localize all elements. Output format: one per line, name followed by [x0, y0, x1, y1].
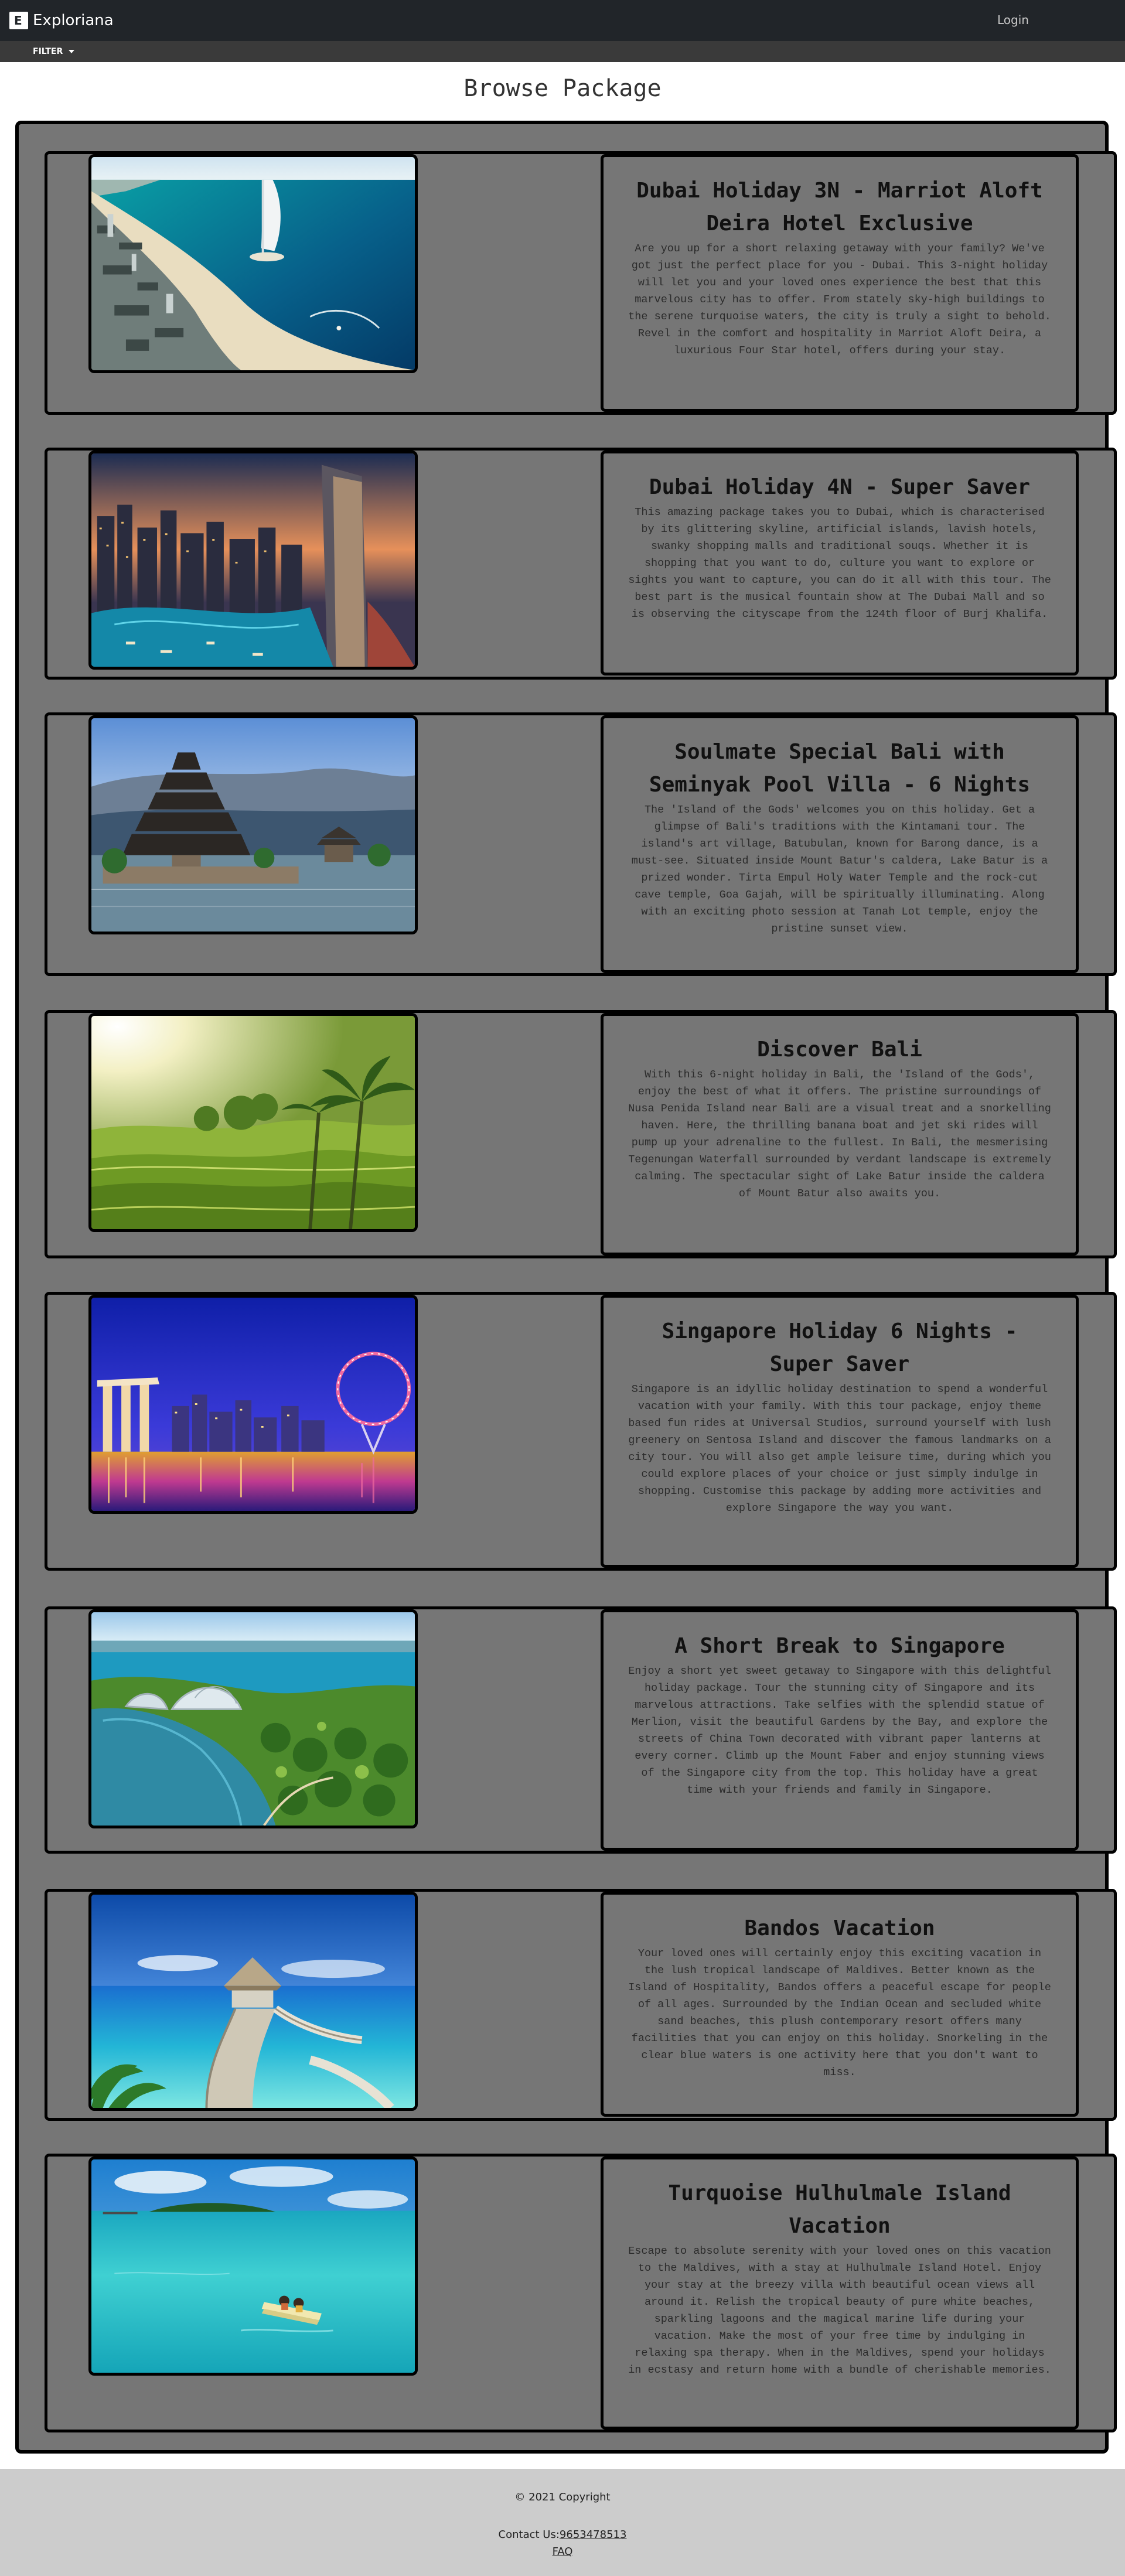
package-info: Dubai Holiday 3N - Marriot Aloft Deira H…	[601, 154, 1079, 412]
brand-logo-letter: E	[14, 13, 22, 28]
package-image[interactable]	[88, 1609, 418, 1828]
page-footer: © 2021 Copyright Contact Us:9653478513 F…	[0, 2469, 1125, 2576]
contact-label: Contact Us:	[498, 2529, 560, 2541]
filter-bar	[0, 41, 1125, 62]
filter-label: FILTER	[33, 47, 63, 56]
filter-dropdown-button[interactable]: FILTER	[33, 47, 75, 56]
footer-faq: FAQ	[0, 2546, 1125, 2558]
package-list-panel: Dubai Holiday 3N - Marriot Aloft Deira H…	[15, 121, 1117, 2454]
bali-rice-terrace-photo	[91, 1016, 415, 1229]
top-navbar	[0, 0, 1125, 41]
faq-link[interactable]: FAQ	[553, 2546, 573, 2558]
singapore-gardens-by-the-bay-photo	[91, 1612, 415, 1826]
package-title[interactable]: Soulmate Special Bali with Seminyak Pool…	[626, 736, 1054, 801]
maldives-jetty-hut-photo	[91, 1895, 415, 2108]
dubai-burj-al-arab-photo	[91, 157, 415, 370]
package-image[interactable]	[88, 1013, 418, 1232]
singapore-night-skyline-photo	[91, 1298, 415, 1511]
package-info: Singapore Holiday 6 Nights - Super Saver…	[601, 1295, 1079, 1568]
brand-logo-icon: E	[9, 12, 28, 29]
package-description: The 'Island of the Gods' welcomes you on…	[631, 804, 1048, 935]
package-description: Your loved ones will certainly enjoy thi…	[628, 1947, 1051, 2079]
package-info: Soulmate Special Bali with Seminyak Pool…	[601, 715, 1079, 973]
package-image[interactable]	[88, 1892, 418, 2111]
footer-contact: Contact Us:9653478513	[0, 2529, 1125, 2541]
package-card: Turquoise Hulhulmale Island Vacation Esc…	[45, 2154, 1117, 2432]
package-info: Turquoise Hulhulmale Island Vacation Esc…	[601, 2157, 1079, 2430]
package-title[interactable]: Bandos Vacation	[626, 1912, 1054, 1945]
package-info: Bandos Vacation Your loved ones will cer…	[601, 1892, 1079, 2117]
package-image[interactable]	[88, 451, 418, 670]
package-image[interactable]	[88, 2157, 418, 2376]
package-info: Dubai Holiday 4N - Super Saver This amaz…	[601, 451, 1079, 675]
package-card: Singapore Holiday 6 Nights - Super Saver…	[45, 1292, 1117, 1571]
brand-name: Exploriana	[33, 12, 114, 29]
package-description: Are you up for a short relaxing getaway …	[628, 243, 1051, 357]
brand-link[interactable]: E Exploriana	[9, 11, 114, 30]
login-link[interactable]: Login	[997, 13, 1029, 27]
package-info: A Short Break to Singapore Enjoy a short…	[601, 1609, 1079, 1851]
package-card: Dubai Holiday 4N - Super Saver This amaz…	[45, 448, 1117, 680]
package-description: Escape to absolute serenity with your lo…	[628, 2245, 1051, 2376]
package-card: Bandos Vacation Your loved ones will cer…	[45, 1889, 1117, 2121]
package-image[interactable]	[88, 154, 418, 373]
footer-copyright: © 2021 Copyright	[514, 2491, 611, 2503]
package-title[interactable]: Dubai Holiday 3N - Marriot Aloft Deira H…	[626, 175, 1054, 240]
page-title: Browse Package	[463, 75, 662, 102]
package-title[interactable]: Dubai Holiday 4N - Super Saver	[626, 471, 1054, 504]
package-card: A Short Break to Singapore Enjoy a short…	[45, 1606, 1117, 1854]
package-card: Discover Bali With this 6-night holiday …	[45, 1010, 1117, 1258]
package-image[interactable]	[88, 1295, 418, 1514]
contact-phone-link[interactable]: 9653478513	[560, 2529, 627, 2541]
package-card: Soulmate Special Bali with Seminyak Pool…	[45, 712, 1117, 976]
package-info: Discover Bali With this 6-night holiday …	[601, 1013, 1079, 1255]
package-card: Dubai Holiday 3N - Marriot Aloft Deira H…	[45, 151, 1117, 415]
package-title[interactable]: Discover Bali	[626, 1033, 1054, 1066]
package-title[interactable]: A Short Break to Singapore	[626, 1630, 1054, 1663]
dubai-marina-skyline-photo	[91, 453, 415, 667]
package-title[interactable]: Singapore Holiday 6 Nights - Super Saver	[626, 1315, 1054, 1381]
bali-temple-lake-photo	[91, 718, 415, 932]
package-description: Enjoy a short yet sweet getaway to Singa…	[628, 1665, 1051, 1796]
caret-down-icon	[69, 50, 75, 53]
package-description: This amazing package takes you to Dubai,…	[628, 506, 1051, 620]
package-image[interactable]	[88, 715, 418, 934]
package-description: With this 6-night holiday in Bali, the '…	[628, 1069, 1051, 1200]
package-description: Singapore is an idyllic holiday destinat…	[628, 1383, 1051, 1514]
package-title[interactable]: Turquoise Hulhulmale Island Vacation	[626, 2177, 1054, 2243]
maldives-lagoon-pedal-boat-photo	[91, 2159, 415, 2373]
